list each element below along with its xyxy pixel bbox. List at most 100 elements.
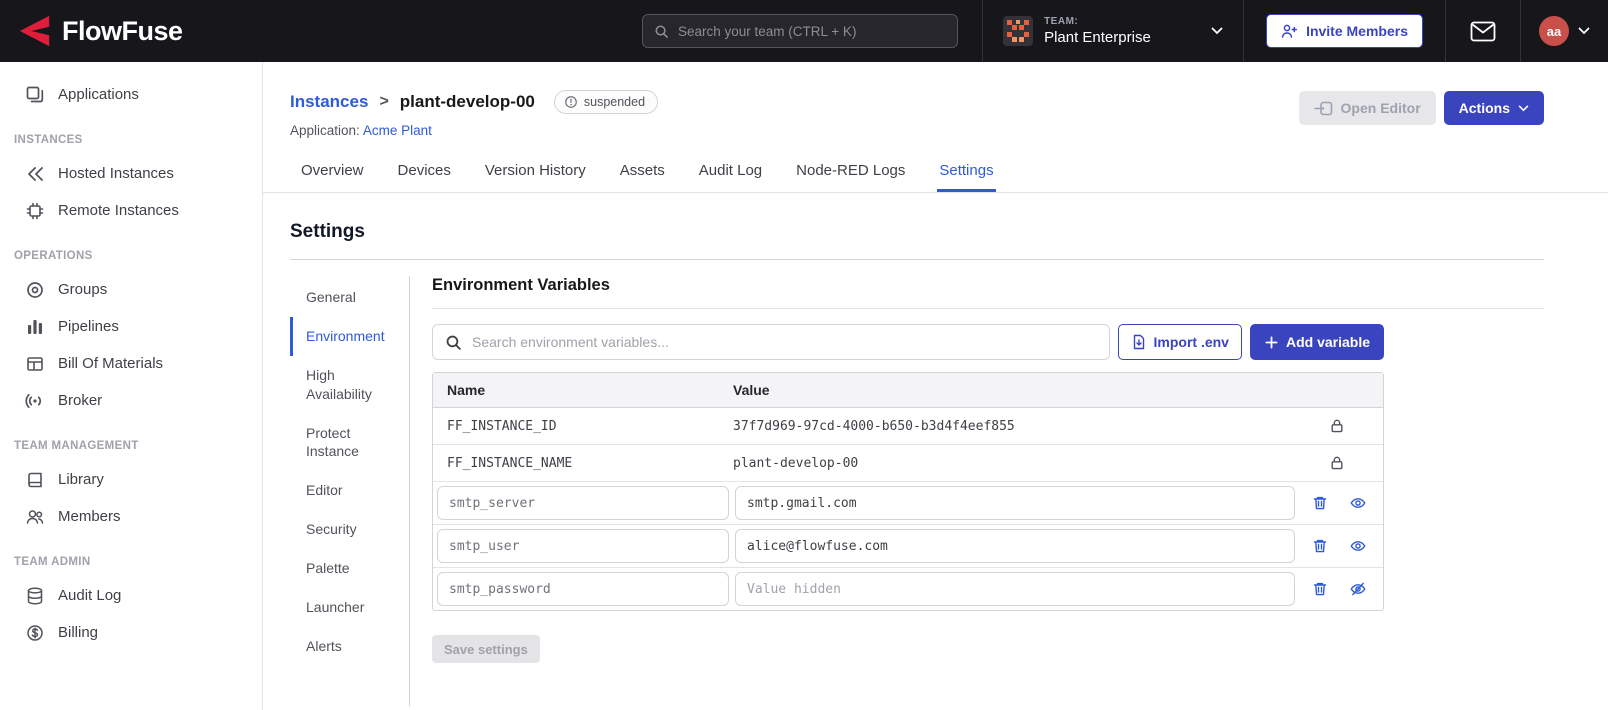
chevron-down-icon — [1578, 27, 1590, 35]
sidebar-item-members[interactable]: Members — [0, 498, 262, 535]
env-var-value: plant-develop-00 — [733, 455, 859, 471]
column-header-value: Value — [733, 382, 770, 398]
sidebar-item-label: Library — [58, 471, 104, 488]
environment-variables-table: Name Value FF_INSTANCE_ID 37f7d969-97cd-… — [432, 372, 1384, 611]
team-search-input[interactable] — [678, 23, 946, 39]
search-icon — [654, 24, 669, 39]
settings-nav: General Environment High Availability Pr… — [290, 276, 410, 706]
actions-label: Actions — [1458, 100, 1510, 116]
status-badge-label: suspended — [583, 95, 646, 109]
team-selector[interactable]: TEAM: Plant Enterprise — [982, 0, 1245, 62]
sidebar-item-bill-of-materials[interactable]: Bill Of Materials — [0, 345, 262, 382]
invite-area: Invite Members — [1244, 0, 1445, 62]
billing-icon — [27, 624, 43, 641]
tab-assets[interactable]: Assets — [618, 152, 667, 192]
sidebar-item-label: Groups — [58, 281, 108, 298]
sidebar-item-label: Bill Of Materials — [58, 355, 164, 372]
settings-nav-protect-instance[interactable]: Protect Instance — [290, 414, 409, 472]
sidebar-item-hosted-instances[interactable]: Hosted Instances — [0, 155, 262, 192]
env-var-name-input[interactable] — [437, 529, 729, 563]
sidebar-item-broker[interactable]: Broker — [0, 382, 262, 419]
hide-value-button[interactable] — [1349, 581, 1367, 597]
settings-nav-alerts[interactable]: Alerts — [290, 627, 409, 666]
instance-tabs: Overview Devices Version History Assets … — [263, 152, 1608, 193]
eye-icon — [1350, 498, 1365, 508]
team-search[interactable] — [642, 14, 958, 48]
env-var-value-input[interactable] — [735, 529, 1295, 563]
settings-nav-high-availability[interactable]: High Availability — [290, 356, 409, 414]
env-search-input[interactable] — [472, 334, 1097, 350]
suspended-icon — [565, 96, 577, 108]
invite-person-icon — [1281, 23, 1298, 39]
bill-of-materials-icon — [27, 356, 43, 371]
audit-log-icon — [27, 587, 43, 604]
tab-node-red-logs[interactable]: Node-RED Logs — [794, 152, 907, 192]
open-editor-button[interactable]: Open Editor — [1298, 91, 1436, 125]
sidebar-item-remote-instances[interactable]: Remote Instances — [0, 192, 262, 229]
env-search[interactable] — [432, 324, 1110, 360]
brand[interactable]: FlowFuse — [0, 14, 201, 48]
settings-nav-editor[interactable]: Editor — [290, 471, 409, 510]
env-var-name: FF_INSTANCE_NAME — [447, 455, 573, 471]
settings-nav-palette[interactable]: Palette — [290, 549, 409, 588]
notifications-button[interactable] — [1445, 0, 1520, 62]
add-variable-label: Add variable — [1285, 334, 1370, 350]
sidebar-item-billing[interactable]: Billing — [0, 614, 262, 651]
env-var-name-input[interactable] — [437, 572, 729, 606]
tab-version-history[interactable]: Version History — [483, 152, 588, 192]
mail-icon — [1470, 21, 1496, 42]
delete-variable-button[interactable] — [1312, 495, 1328, 511]
application-line: Application: Acme Plant — [290, 123, 1544, 138]
sidebar-item-applications[interactable]: Applications — [0, 76, 262, 113]
chevron-down-icon — [1518, 105, 1529, 111]
save-settings-button[interactable]: Save settings — [432, 635, 540, 663]
user-menu[interactable]: aa — [1520, 0, 1608, 62]
open-editor-icon — [1313, 101, 1332, 115]
sidebar-item-label: Pipelines — [58, 318, 119, 335]
show-value-button[interactable] — [1349, 538, 1367, 554]
actions-button[interactable]: Actions — [1443, 91, 1544, 125]
tab-devices[interactable]: Devices — [396, 152, 453, 192]
sidebar-item-pipelines[interactable]: Pipelines — [0, 308, 262, 345]
settings-nav-environment[interactable]: Environment — [290, 316, 409, 356]
settings-nav-security[interactable]: Security — [290, 510, 409, 549]
show-value-button[interactable] — [1349, 495, 1367, 511]
chevron-down-icon — [1211, 27, 1223, 35]
add-variable-button[interactable]: Add variable — [1249, 324, 1384, 360]
env-var-value: 37f7d969-97cd-4000-b650-b3d4f4eef855 — [733, 418, 1015, 434]
breadcrumb-separator: > — [379, 93, 389, 110]
invite-members-label: Invite Members — [1306, 23, 1408, 39]
team-avatar — [1003, 16, 1034, 46]
tab-settings[interactable]: Settings — [937, 152, 996, 192]
settings-nav-launcher[interactable]: Launcher — [290, 588, 409, 627]
eye-off-icon — [1350, 582, 1365, 596]
environment-controls: Import .env Add variable — [432, 324, 1384, 360]
breadcrumb-instances-link[interactable]: Instances — [290, 92, 368, 112]
sidebar-item-label: Members — [58, 508, 121, 525]
invite-members-button[interactable]: Invite Members — [1266, 14, 1423, 48]
sidebar-item-label: Applications — [58, 86, 139, 103]
team-text: TEAM: Plant Enterprise — [1044, 16, 1200, 46]
sidebar-item-label: Audit Log — [58, 587, 122, 604]
sidebar-item-label: Remote Instances — [58, 202, 179, 219]
application-link[interactable]: Acme Plant — [363, 123, 432, 138]
sidebar-item-label: Hosted Instances — [58, 165, 174, 182]
trash-icon — [1313, 496, 1326, 510]
settings-nav-general[interactable]: General — [290, 278, 409, 317]
sidebar-item-audit-log[interactable]: Audit Log — [0, 577, 262, 614]
tab-audit-log[interactable]: Audit Log — [697, 152, 764, 192]
sidebar-item-library[interactable]: Library — [0, 461, 262, 498]
search-icon — [446, 335, 461, 350]
env-var-name-input[interactable] — [437, 486, 729, 520]
env-var-value-input[interactable] — [735, 486, 1295, 520]
status-badge: suspended — [553, 90, 659, 114]
delete-variable-button[interactable] — [1312, 538, 1328, 554]
team-label: TEAM: — [1044, 16, 1079, 27]
sidebar-section-operations: OPERATIONS — [14, 250, 93, 262]
library-icon — [28, 472, 42, 487]
env-var-value-input[interactable] — [735, 572, 1295, 606]
sidebar-item-groups[interactable]: Groups — [0, 271, 262, 308]
tab-overview[interactable]: Overview — [299, 152, 366, 192]
import-env-button[interactable]: Import .env — [1117, 324, 1242, 360]
delete-variable-button[interactable] — [1312, 581, 1328, 597]
